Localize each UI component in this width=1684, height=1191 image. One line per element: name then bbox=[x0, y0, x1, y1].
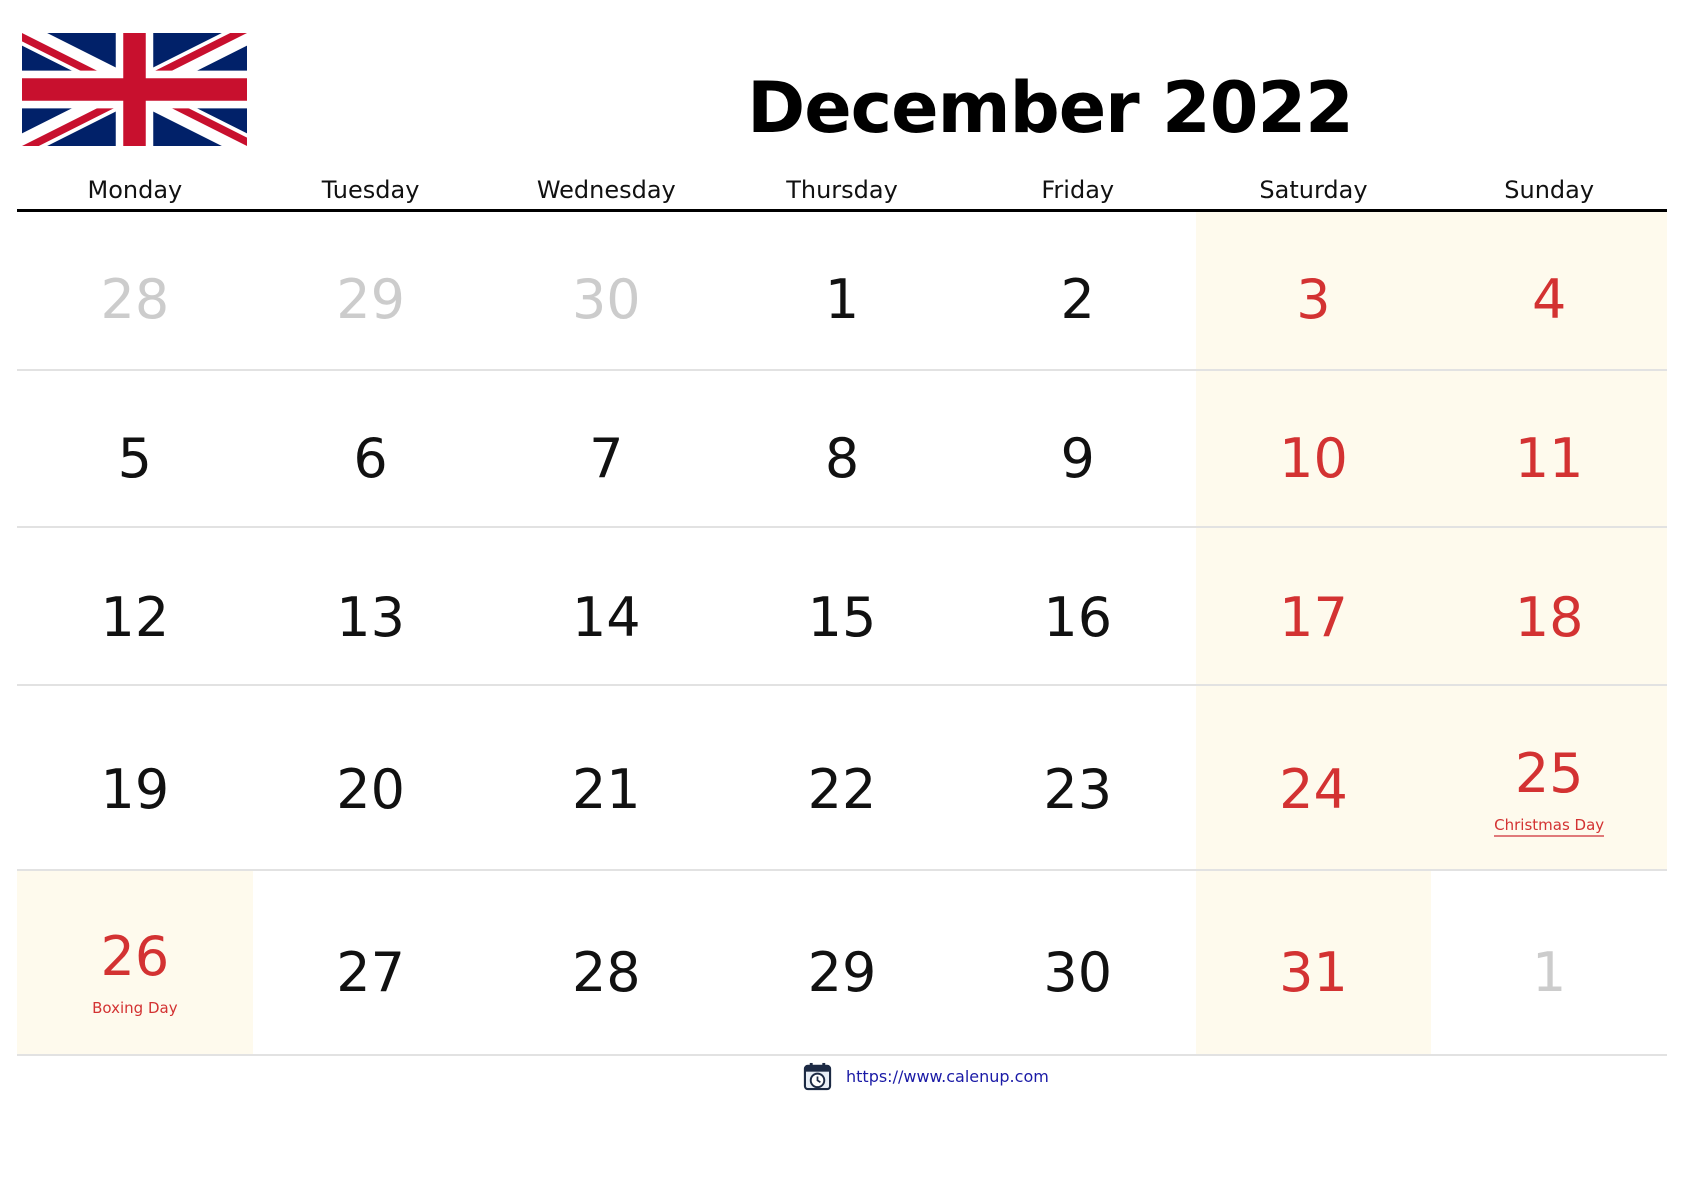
day-cell[interactable]: 5 bbox=[17, 371, 253, 526]
day-number: 26 bbox=[100, 925, 170, 988]
day-number: 1 bbox=[824, 268, 860, 331]
day-number: 17 bbox=[1279, 586, 1348, 649]
weekday-sunday: Sunday bbox=[1504, 176, 1595, 204]
day-number: 6 bbox=[353, 427, 388, 490]
day-number: 10 bbox=[1279, 427, 1348, 490]
day-number: 31 bbox=[1279, 941, 1348, 1004]
day-cell[interactable]: 16 bbox=[960, 528, 1196, 684]
day-number: 30 bbox=[1043, 941, 1113, 1004]
day-cell[interactable]: 24 bbox=[1195, 686, 1432, 869]
holiday-name: Christmas Day bbox=[1494, 816, 1605, 837]
week-row: 19 20 21 22 23 24 25 Christmas Day bbox=[17, 686, 1668, 871]
day-number: 19 bbox=[100, 758, 170, 821]
day-number: 24 bbox=[1279, 758, 1348, 821]
day-cell[interactable]: 31 bbox=[1195, 871, 1432, 1054]
day-cell[interactable]: 7 bbox=[488, 371, 724, 526]
day-number: 4 bbox=[1531, 268, 1567, 331]
day-cell[interactable]: 2 bbox=[960, 212, 1196, 369]
day-cell[interactable]: 1 bbox=[724, 212, 960, 369]
day-cell[interactable]: 30 bbox=[960, 871, 1196, 1054]
day-cell[interactable]: 23 bbox=[960, 686, 1196, 869]
day-number: 7 bbox=[589, 427, 624, 490]
day-number: 30 bbox=[571, 268, 641, 331]
day-cell[interactable]: 30 bbox=[488, 212, 724, 369]
day-cell[interactable]: 29 bbox=[253, 212, 489, 369]
day-number: 29 bbox=[807, 941, 877, 1004]
day-cell[interactable]: 29 bbox=[724, 871, 960, 1054]
uk-flag-icon bbox=[22, 33, 247, 146]
day-cell[interactable]: 6 bbox=[253, 371, 489, 526]
day-number: 22 bbox=[807, 758, 877, 821]
day-cell[interactable]: 4 bbox=[1431, 212, 1668, 369]
day-number: 13 bbox=[336, 586, 405, 649]
weekday-saturday: Saturday bbox=[1259, 176, 1368, 204]
weekday-tuesday: Tuesday bbox=[321, 176, 420, 204]
day-number: 28 bbox=[100, 268, 170, 331]
day-number: 20 bbox=[336, 758, 405, 821]
day-number: 12 bbox=[100, 586, 170, 649]
day-cell[interactable]: 17 bbox=[1195, 528, 1432, 684]
day-cell[interactable]: 12 bbox=[17, 528, 253, 684]
weekday-friday: Friday bbox=[1041, 176, 1115, 204]
weekday-thursday: Thursday bbox=[786, 176, 898, 204]
weekday-wednesday: Wednesday bbox=[536, 176, 676, 204]
day-number: 15 bbox=[807, 586, 877, 649]
day-cell[interactable]: 25 Christmas Day bbox=[1431, 686, 1668, 869]
day-cell[interactable]: 9 bbox=[960, 371, 1196, 526]
calendar-grid: 28 29 30 1 2 3 4 5 6 7 8 9 10 11 12 13 14 15 16 17 18 19 20 21 2… bbox=[17, 212, 1668, 1056]
day-number: 28 bbox=[571, 941, 641, 1004]
calendar-clock-icon bbox=[803, 1062, 832, 1091]
day-cell[interactable]: 14 bbox=[488, 528, 724, 684]
holiday-label: Boxing Day bbox=[17, 998, 253, 1018]
day-number: 9 bbox=[1060, 427, 1095, 490]
day-number: 23 bbox=[1043, 758, 1113, 821]
week-row: 12 13 14 15 16 17 18 bbox=[17, 528, 1668, 686]
week-row: 5 6 7 8 9 10 11 bbox=[17, 371, 1668, 528]
day-cell[interactable]: 19 bbox=[17, 686, 253, 869]
day-number: 14 bbox=[571, 586, 641, 649]
week-row: 28 29 30 1 2 3 4 bbox=[17, 212, 1668, 371]
day-number: 5 bbox=[117, 427, 153, 490]
day-number: 25 bbox=[1514, 742, 1584, 805]
holiday-label[interactable]: Christmas Day bbox=[1431, 815, 1667, 837]
day-number: 3 bbox=[1296, 268, 1331, 331]
day-number: 16 bbox=[1043, 586, 1113, 649]
day-number: 2 bbox=[1060, 268, 1095, 331]
day-cell[interactable]: 3 bbox=[1195, 212, 1432, 369]
day-number: 21 bbox=[571, 758, 641, 821]
day-number: 1 bbox=[1531, 941, 1567, 1004]
holiday-name: Boxing Day bbox=[92, 999, 178, 1017]
day-cell[interactable]: 27 bbox=[253, 871, 489, 1054]
day-cell[interactable]: 15 bbox=[724, 528, 960, 684]
day-cell[interactable]: 10 bbox=[1195, 371, 1432, 526]
day-cell[interactable]: 8 bbox=[724, 371, 960, 526]
day-number: 11 bbox=[1514, 427, 1584, 490]
day-number: 8 bbox=[824, 427, 860, 490]
day-cell[interactable]: 18 bbox=[1431, 528, 1668, 684]
weekday-monday: Monday bbox=[87, 176, 183, 204]
weekday-header: Monday Tuesday Wednesday Thursday Friday… bbox=[17, 168, 1667, 212]
day-cell[interactable]: 21 bbox=[488, 686, 724, 869]
page-title: December 2022 bbox=[747, 67, 1354, 149]
day-cell[interactable]: 28 bbox=[17, 212, 253, 369]
day-number: 18 bbox=[1514, 586, 1584, 649]
day-cell[interactable]: 28 bbox=[488, 871, 724, 1054]
day-cell[interactable]: 20 bbox=[253, 686, 489, 869]
website-link[interactable]: https://www.calenup.com bbox=[846, 1067, 1049, 1086]
day-cell[interactable]: 26 Boxing Day bbox=[17, 871, 253, 1054]
day-cell[interactable]: 11 bbox=[1431, 371, 1668, 526]
week-row: 26 Boxing Day 27 28 29 30 31 1 bbox=[17, 871, 1667, 1056]
day-cell[interactable]: 22 bbox=[724, 686, 960, 869]
day-cell[interactable]: 1 bbox=[1431, 871, 1667, 1054]
day-number: 29 bbox=[336, 268, 405, 331]
day-number: 27 bbox=[336, 941, 405, 1004]
footer: https://www.calenup.com bbox=[803, 1062, 1049, 1091]
day-cell[interactable]: 13 bbox=[253, 528, 489, 684]
